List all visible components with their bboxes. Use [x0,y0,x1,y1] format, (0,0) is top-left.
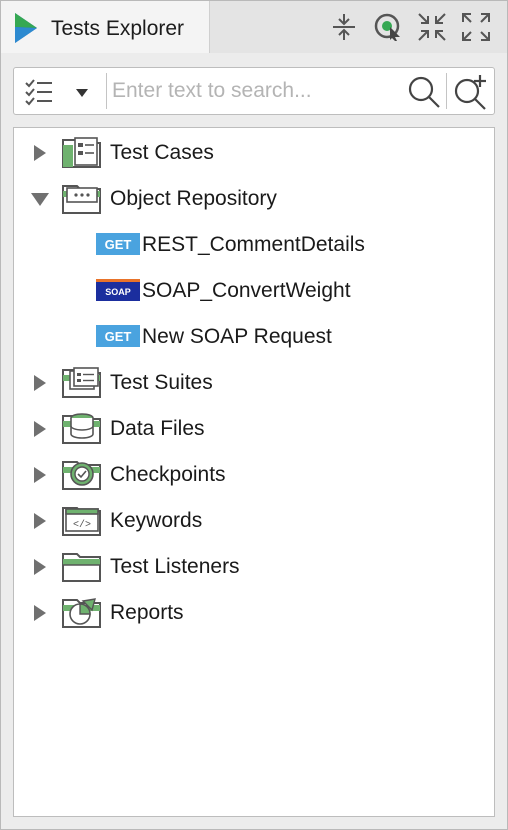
search-bar [13,67,495,115]
test-listeners-folder-icon [62,553,101,582]
katalon-logo-icon [15,13,37,43]
tree-item-object-repository[interactable]: Object Repository [14,178,494,218]
search-input[interactable] [112,74,402,108]
advanced-search-icon[interactable] [452,73,490,111]
tree-item-test-listeners[interactable]: Test Listeners [14,546,494,586]
link-with-editor-icon[interactable] [371,10,405,44]
divider [106,73,107,109]
expand-arrow-icon[interactable] [30,420,50,438]
tree-item-label: Test Listeners [110,555,240,578]
tree-item-test-suites[interactable]: Test Suites [14,362,494,402]
tree-item-label: New SOAP Request [142,325,332,348]
soap-request-icon: SOAP [96,279,140,301]
tree-item-test-cases[interactable]: Test Cases [14,132,494,172]
maximize-icon[interactable] [459,10,493,44]
expand-arrow-icon[interactable] [30,144,50,162]
search-icon[interactable] [406,74,442,110]
svg-text:GET: GET [105,237,132,252]
tree-item-label: Reports [110,601,184,624]
expand-arrow-icon[interactable] [30,374,50,392]
data-files-folder-icon [62,413,101,444]
tree-item-label: Test Suites [110,371,213,394]
filter-checklist-icon[interactable] [22,75,56,109]
tree-item-label: Checkpoints [110,463,226,486]
keywords-folder-icon: </> [62,507,101,536]
collapse-arrow-icon[interactable] [30,190,50,208]
svg-text:SOAP: SOAP [105,287,131,297]
tab-title: Tests Explorer [51,17,185,40]
tree-item-reports[interactable]: Reports [14,592,494,632]
tree-item-rest-commentdetails[interactable]: GET REST_CommentDetails [14,224,494,264]
collapse-vertical-icon[interactable] [327,10,361,44]
get-request-icon: GET [96,325,140,347]
tree-item-label: SOAP_ConvertWeight [142,279,351,302]
tree-item-data-files[interactable]: Data Files [14,408,494,448]
expand-arrow-icon[interactable] [30,604,50,622]
expand-arrow-icon[interactable] [30,512,50,530]
tests-explorer-panel: Tests Explorer Enter text to search... T… [0,0,508,830]
expand-arrow-icon[interactable] [30,466,50,484]
tree-item-keywords[interactable]: </> Keywords [14,500,494,540]
test-suites-folder-icon [62,367,101,398]
get-request-icon: GET [96,233,140,255]
expand-arrow-icon[interactable] [30,558,50,576]
divider [446,73,447,109]
panel-tab-bar: Tests Explorer [1,1,507,53]
minimize-icon[interactable] [415,10,449,44]
tab-tests-explorer[interactable]: Tests Explorer [1,1,210,53]
tree-item-new-soap-request[interactable]: GET New SOAP Request [14,316,494,356]
tree-item-label: REST_CommentDetails [142,233,365,256]
tree-item-label: Object Repository [110,187,277,210]
tree-item-label: Data Files [110,417,205,440]
tree-item-soap-convertweight[interactable]: SOAP SOAP_ConvertWeight [14,270,494,310]
tree-item-label: Test Cases [110,141,214,164]
tree-item-label: Keywords [110,509,203,532]
reports-folder-icon [62,598,101,628]
checkpoints-folder-icon [62,461,101,490]
object-repository-folder-icon [62,185,101,214]
filter-dropdown-icon[interactable] [70,80,94,104]
svg-text:</>: </> [73,519,91,531]
svg-text:GET: GET [105,329,132,344]
explorer-tree: Test Cases Object Repository GET REST_Co… [13,127,495,817]
test-cases-folder-icon [62,137,101,168]
tree-item-checkpoints[interactable]: Checkpoints [14,454,494,494]
